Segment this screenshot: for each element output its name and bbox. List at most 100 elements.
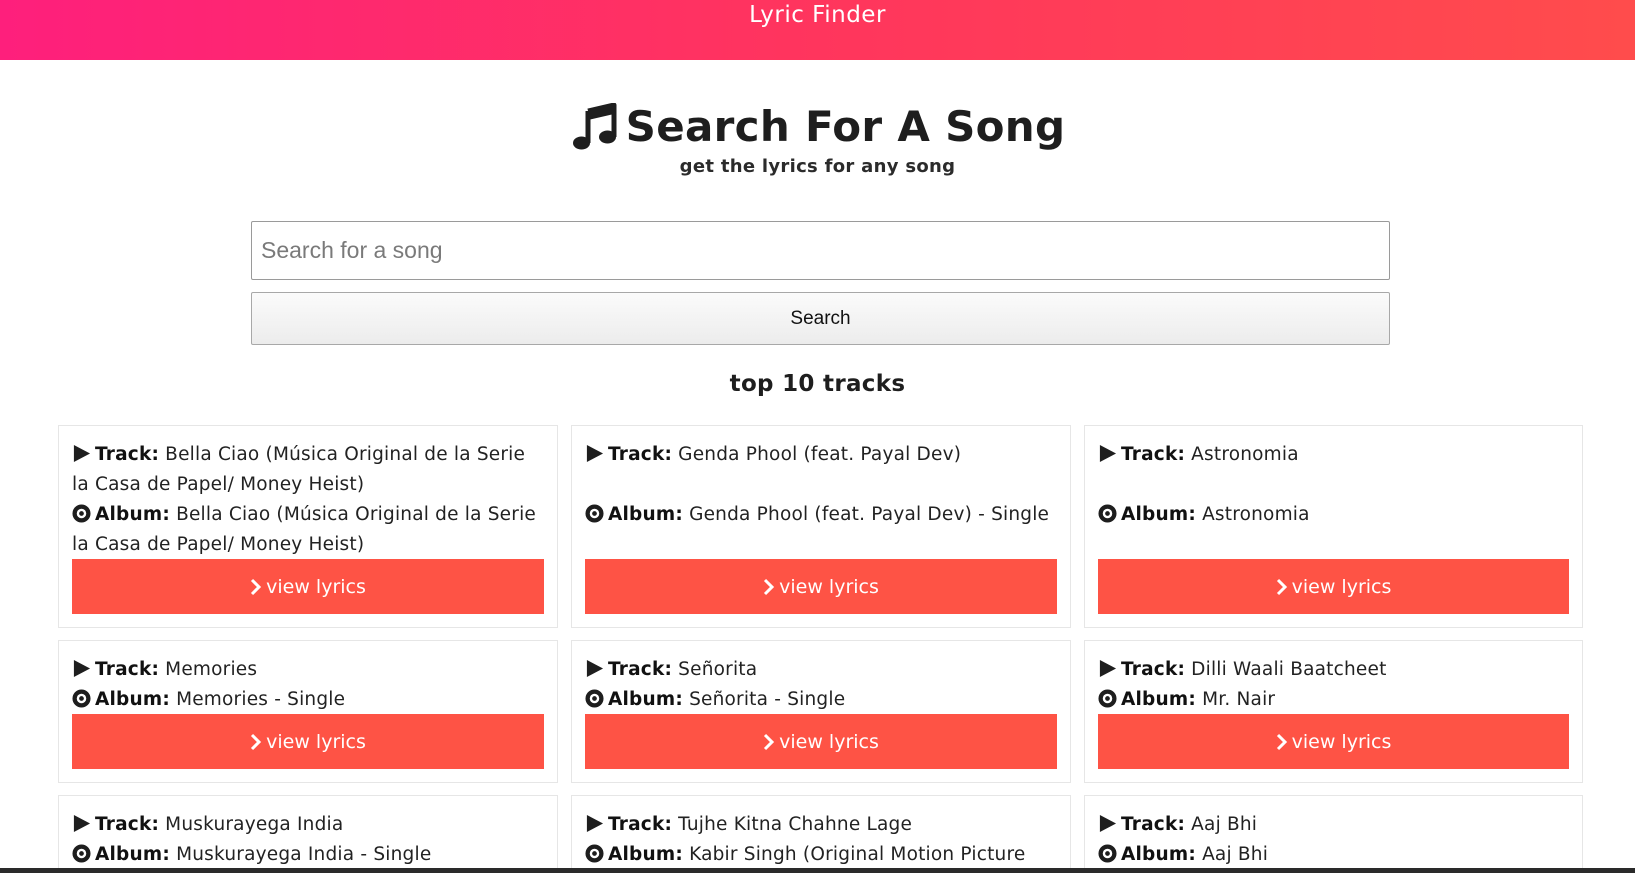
track-title: Tujhe Kitna Chahne Lage [678,814,913,835]
track-card: Track: Aaj Bhi Album: Aaj Bhi [1084,795,1583,873]
track-line: Track: Muskurayega India [72,810,545,840]
album-title: Astronomia [1202,504,1310,525]
album-line: Album: Kabir Singh (Original Motion Pict… [585,840,1058,870]
view-lyrics-button[interactable]: view lyrics [72,714,544,769]
track-title: Astronomia [1191,444,1299,465]
album-label: Album [1121,504,1189,525]
disc-icon [1098,844,1117,863]
view-lyrics-label: view lyrics [779,575,879,598]
track-line: Track: Memories [72,655,545,685]
search-input[interactable] [251,221,1390,280]
album-title: Mr. Nair [1202,689,1276,710]
track-title: Genda Phool (feat. Payal Dev) [678,444,962,465]
track-card: Track: Señorita Album: Señorita - Single… [571,640,1071,783]
disc-icon [72,844,91,863]
play-icon [73,814,91,833]
play-icon [586,444,604,463]
view-lyrics-button[interactable]: view lyrics [1098,714,1569,769]
track-card: Track: Bella Ciao (Música Original de la… [58,425,558,628]
track-line: Track: Dilli Waali Baatcheet [1098,655,1570,685]
album-line: Album: Aaj Bhi [1098,840,1570,870]
track-card: Track: Muskurayega India Album: Muskuray… [58,795,558,873]
album-title: Kabir Singh (Original Motion Picture [689,844,1026,865]
track-card: Track: Astronomia Album: Astronomia view… [1084,425,1583,628]
view-lyrics-button[interactable]: view lyrics [72,559,544,614]
album-line: Album: Mr. Nair [1098,685,1570,715]
album-line: Album: Señorita - Single [585,685,1058,715]
section-heading: top 10 tracks [729,371,906,397]
track-line: Track: Bella Ciao (Música Original de la… [72,444,526,495]
track-label: Track [95,814,152,835]
play-icon [586,814,604,833]
view-lyrics-label: view lyrics [266,575,366,598]
chevron-right-icon [251,578,262,595]
page-subtitle: get the lyrics for any song [679,156,956,177]
view-lyrics-button[interactable]: view lyrics [585,559,1057,614]
view-lyrics-label: view lyrics [1291,730,1392,753]
track-card: Track: Memories Album: Memories - Single… [58,640,558,783]
album-label: Album [608,844,676,865]
view-lyrics-button[interactable]: view lyrics [1098,559,1569,614]
chevron-right-icon [764,733,775,750]
chevron-right-icon [1276,733,1287,750]
play-icon [1099,814,1117,833]
track-line: Track: Señorita [585,655,1058,685]
track-card: Track: Genda Phool (feat. Payal Dev) Alb… [571,425,1071,628]
track-line: Track: Astronomia [1098,440,1570,470]
track-line: Track: Genda Phool (feat. Payal Dev) [585,440,1058,470]
view-lyrics-label: view lyrics [1291,575,1392,598]
hero-title-row: Search For A Song [570,100,1066,154]
disc-icon [72,504,91,523]
album-label: Album [608,689,676,710]
track-title: Memories [165,659,258,680]
track-title: Dilli Waali Baatcheet [1191,659,1387,680]
page-title: Search For A Song [625,102,1066,151]
search-button[interactable]: Search [251,292,1390,345]
music-note-icon [572,103,617,150]
disc-icon [585,689,604,708]
track-title: Muskurayega India [165,814,344,835]
album-label: Album [95,844,163,865]
view-lyrics-button[interactable]: view lyrics [585,714,1057,769]
chevron-right-icon [764,578,775,595]
window-bottom-edge [0,868,1635,873]
album-line: Album: Genda Phool (feat. Payal Dev) - S… [585,500,1058,530]
album-title: Memories - Single [176,689,346,710]
disc-icon [1098,504,1117,523]
play-icon [73,444,91,463]
app-header: Lyric Finder [0,0,1635,60]
track-title: Aaj Bhi [1191,814,1258,835]
album-label: Album [1121,689,1189,710]
disc-icon [585,504,604,523]
disc-icon [1098,689,1117,708]
track-label: Track [95,659,152,680]
album-label: Album [95,689,163,710]
play-icon [586,659,604,678]
track-label: Track [608,814,665,835]
play-icon [1099,659,1117,678]
view-lyrics-label: view lyrics [266,730,366,753]
disc-icon [585,844,604,863]
track-line: Track: Aaj Bhi [1098,810,1570,840]
album-title: Muskurayega India - Single [176,844,432,865]
album-line: Album: Muskurayega India - Single [72,840,545,870]
track-label: Track [1121,659,1178,680]
track-label: Track [95,444,152,465]
track-label: Track [1121,444,1178,465]
album-title: Aaj Bhi [1202,844,1269,865]
album-title: Señorita - Single [689,689,846,710]
chevron-right-icon [1276,578,1287,595]
play-icon [73,659,91,678]
album-label: Album [95,504,163,525]
album-line: Album: Bella Ciao (Música Original de la… [72,504,536,555]
track-label: Track [608,444,665,465]
view-lyrics-label: view lyrics [779,730,879,753]
chevron-right-icon [251,733,262,750]
track-title: Señorita [678,659,758,680]
album-title: Genda Phool (feat. Payal Dev) - Single [689,504,1050,525]
track-line: Track: Tujhe Kitna Chahne Lage [585,810,1058,840]
disc-icon [72,689,91,708]
track-card: Track: Dilli Waali Baatcheet Album: Mr. … [1084,640,1583,783]
album-line: Album: Memories - Single [72,685,545,715]
album-label: Album [608,504,676,525]
